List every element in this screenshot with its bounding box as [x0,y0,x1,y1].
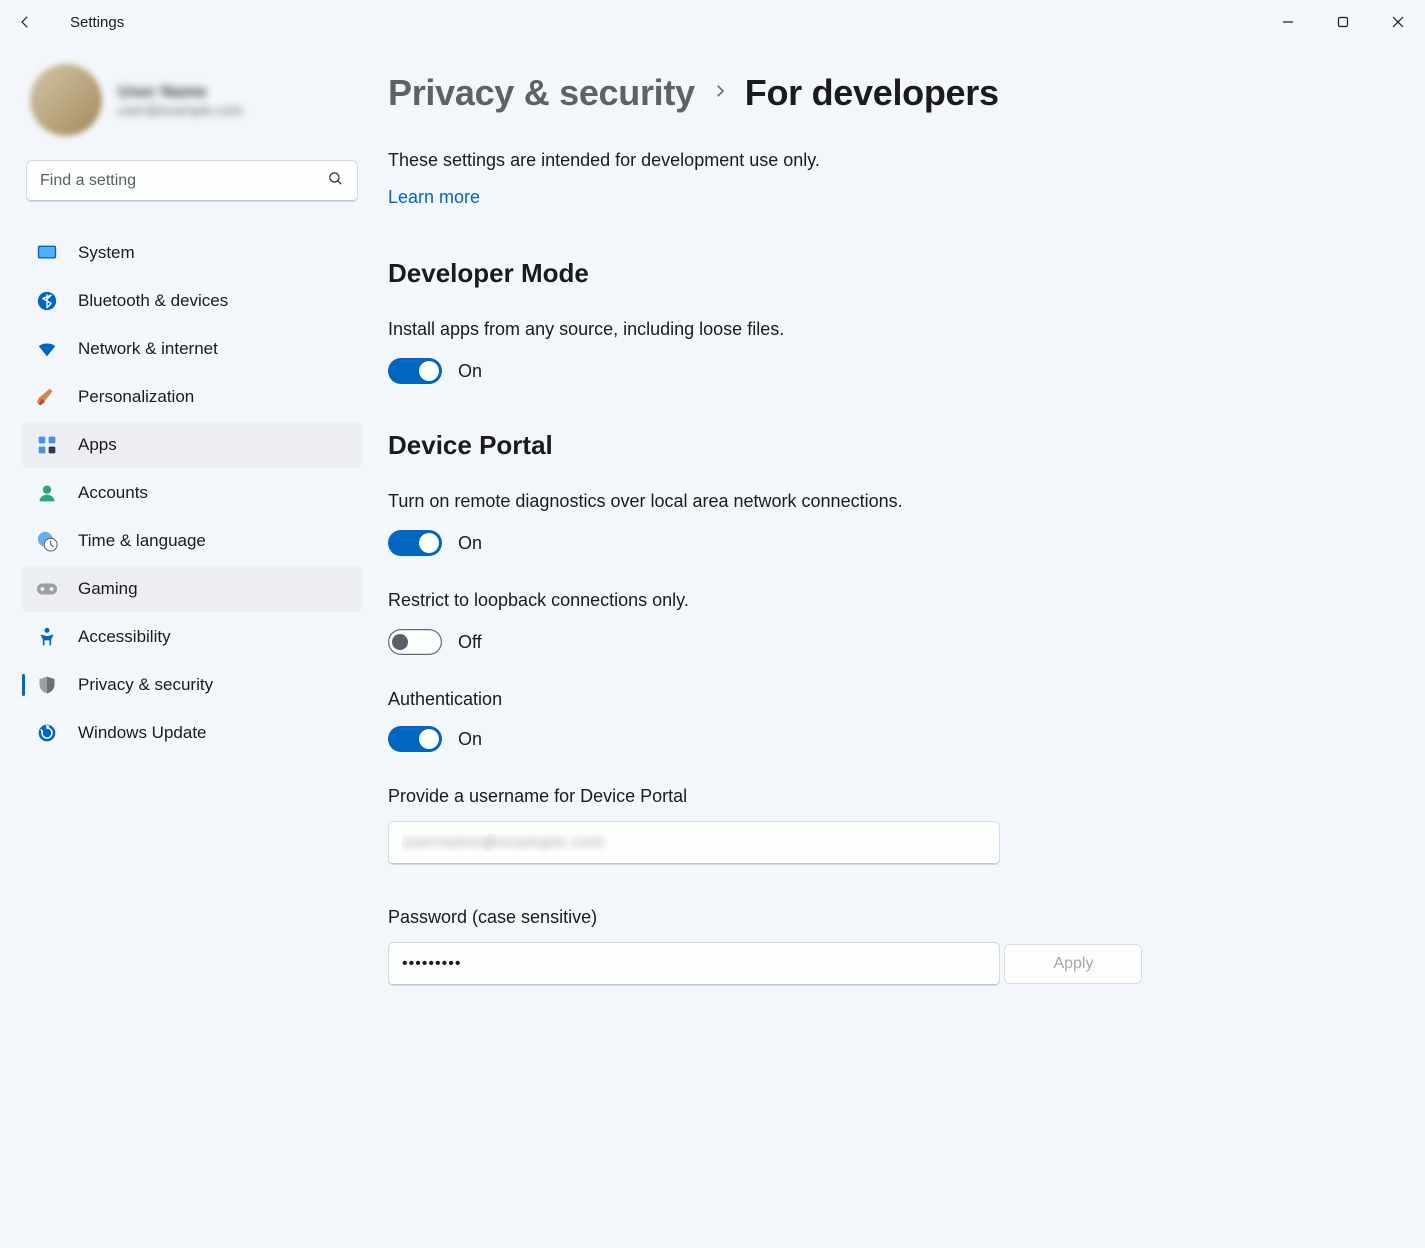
sidebar-item-time-language[interactable]: Time & language [22,518,362,564]
sidebar-item-bluetooth[interactable]: Bluetooth & devices [22,278,362,324]
password-input[interactable] [388,942,1000,986]
apps-icon [36,434,58,456]
sidebar-item-label: Privacy & security [78,675,213,695]
sidebar-item-network[interactable]: Network & internet [22,326,362,372]
breadcrumb-parent[interactable]: Privacy & security [388,72,695,114]
close-button[interactable] [1370,3,1425,41]
sidebar-item-label: Personalization [78,387,194,407]
chevron-right-icon [711,82,729,105]
intro-text: These settings are intended for developm… [388,150,1385,171]
breadcrumb: Privacy & security For developers [388,72,1385,114]
username-label: Provide a username for Device Portal [388,786,1385,807]
sidebar-item-privacy-security[interactable]: Privacy & security [22,662,362,708]
accessibility-icon [36,626,58,648]
nav-list: System Bluetooth & devices Network & int… [22,230,362,756]
sidebar-item-label: Bluetooth & devices [78,291,228,311]
avatar [30,64,102,136]
maximize-button[interactable] [1315,3,1370,41]
titlebar: Settings [0,0,1425,44]
window-controls [1260,3,1425,41]
brush-icon [36,386,58,408]
sidebar-item-label: Apps [78,435,117,455]
device-portal-description: Turn on remote diagnostics over local ar… [388,491,1385,512]
developer-mode-title: Developer Mode [388,258,1385,289]
device-portal-title: Device Portal [388,430,1385,461]
sidebar-item-label: Gaming [78,579,138,599]
page-title: For developers [745,72,999,114]
globe-clock-icon [36,530,58,552]
wifi-icon [36,338,58,360]
display-icon [36,242,58,264]
device-portal-toggle[interactable] [388,530,442,556]
sidebar-item-label: Windows Update [78,723,207,743]
profile-row[interactable]: User Name user@example.com [22,64,362,160]
sidebar-item-label: Accounts [78,483,148,503]
developer-mode-toggle-label: On [458,361,482,382]
profile-text: User Name user@example.com [118,82,243,118]
search-input[interactable] [26,160,358,202]
sidebar-item-personalization[interactable]: Personalization [22,374,362,420]
authentication-toggle[interactable] [388,726,442,752]
bluetooth-icon [36,290,58,312]
authentication-title: Authentication [388,689,1385,710]
learn-more-link[interactable]: Learn more [388,187,480,208]
shield-icon [36,674,58,696]
sidebar-item-windows-update[interactable]: Windows Update [22,710,362,756]
loopback-toggle[interactable] [388,629,442,655]
sidebar-item-accounts[interactable]: Accounts [22,470,362,516]
sidebar-item-apps[interactable]: Apps [22,422,362,468]
device-portal-toggle-label: On [458,533,482,554]
developer-mode-description: Install apps from any source, including … [388,319,1385,340]
authentication-toggle-label: On [458,729,482,750]
gamepad-icon [36,578,58,600]
person-icon [36,482,58,504]
sidebar-item-accessibility[interactable]: Accessibility [22,614,362,660]
sidebar-item-label: Accessibility [78,627,171,647]
sidebar-item-label: System [78,243,135,263]
sidebar-item-gaming[interactable]: Gaming [22,566,362,612]
back-button[interactable] [4,1,46,43]
app-title: Settings [70,14,124,31]
sidebar-item-label: Time & language [78,531,206,551]
back-arrow-icon [16,13,34,31]
minimize-button[interactable] [1260,3,1315,41]
loopback-description: Restrict to loopback connections only. [388,590,1385,611]
update-icon [36,722,58,744]
content: Privacy & security For developers These … [370,44,1425,1248]
developer-mode-toggle[interactable] [388,358,442,384]
developer-mode-section: Developer Mode Install apps from any sou… [388,258,1385,384]
sidebar: User Name user@example.com System Blu [0,44,370,1248]
device-portal-section: Device Portal Turn on remote diagnostics… [388,430,1385,1028]
loopback-toggle-label: Off [458,632,482,653]
sidebar-item-system[interactable]: System [22,230,362,276]
sidebar-item-label: Network & internet [78,339,218,359]
apply-button[interactable]: Apply [1004,944,1142,984]
password-label: Password (case sensitive) [388,907,1385,928]
username-input[interactable] [388,821,1000,865]
